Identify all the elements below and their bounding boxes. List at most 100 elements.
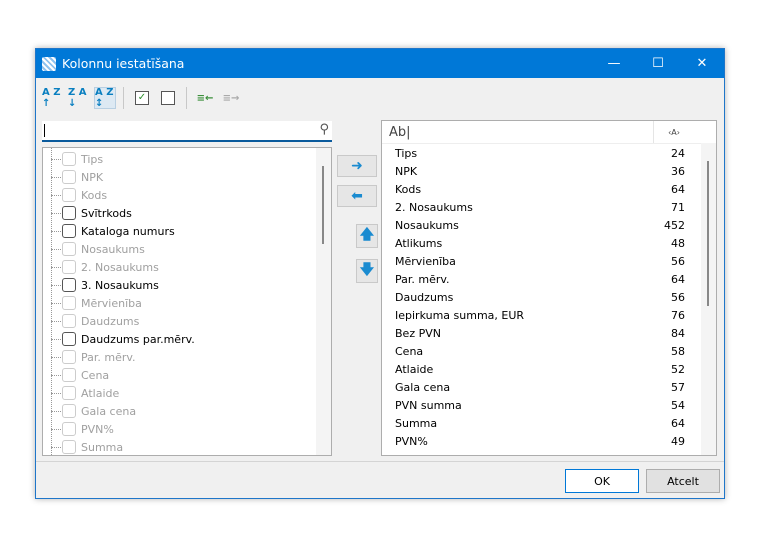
selected-column-row[interactable]: 2. Nosaukums 71	[395, 198, 685, 216]
selected-columns-list[interactable]: Ab| ‹A› Tips 24 NPK 36 Kods 64 2. Nosaukums 71 N…	[381, 120, 717, 456]
column-checkbox[interactable]	[62, 278, 76, 292]
column-checkbox[interactable]	[62, 368, 76, 382]
column-width[interactable]: 64	[671, 183, 685, 196]
column-item[interactable]: PVN%	[51, 420, 114, 438]
column-checkbox[interactable]	[62, 314, 76, 328]
width-column-icon[interactable]: ‹A›	[653, 121, 694, 143]
sort-ascending-button[interactable]: A Z ↑	[42, 87, 64, 109]
scrollbar[interactable]	[316, 148, 331, 455]
column-width[interactable]: 71	[671, 201, 685, 214]
column-width[interactable]: 84	[671, 327, 685, 340]
selected-column-row[interactable]: Atlaide 52	[395, 360, 685, 378]
column-width[interactable]: 54	[671, 399, 685, 412]
column-checkbox[interactable]	[62, 350, 76, 364]
uncheck-all-button[interactable]	[157, 87, 179, 109]
column-checkbox[interactable]	[62, 296, 76, 310]
column-checkbox[interactable]	[62, 206, 76, 220]
column-width[interactable]: 64	[671, 273, 685, 286]
column-width[interactable]: 452	[664, 219, 685, 232]
column-item[interactable]: Gala cena	[51, 402, 136, 420]
selected-column-row[interactable]: Cena 58	[395, 342, 685, 360]
selected-column-row[interactable]: Mērvienība 56	[395, 252, 685, 270]
column-item[interactable]: NPK	[51, 168, 103, 186]
selected-column-row[interactable]: Tips 24	[395, 144, 685, 162]
column-width[interactable]: 56	[671, 291, 685, 304]
column-name: Summa	[395, 416, 438, 430]
column-item[interactable]: Svītrkods	[51, 204, 132, 222]
selected-column-row[interactable]: Gala cena 57	[395, 378, 685, 396]
column-name: Nosaukums	[395, 218, 459, 232]
column-item[interactable]: Mērvienība	[51, 294, 142, 312]
selected-column-row[interactable]: Atlikums 48	[395, 234, 685, 252]
column-checkbox[interactable]	[62, 422, 76, 436]
column-checkbox[interactable]	[62, 260, 76, 274]
move-up-button[interactable]: 🡅	[356, 224, 378, 248]
column-checkbox[interactable]	[62, 440, 76, 454]
check-all-button[interactable]: ✓	[131, 87, 153, 109]
column-checkbox[interactable]	[62, 224, 76, 238]
column-item[interactable]: Tips	[51, 150, 103, 168]
column-item[interactable]: Daudzums	[51, 312, 139, 330]
column-item[interactable]: 2. Nosaukums	[51, 258, 159, 276]
name-column-header[interactable]: Ab|	[382, 125, 653, 140]
selected-column-row[interactable]: Iepirkuma summa, EUR 76	[395, 306, 685, 324]
column-name: PVN%	[395, 434, 428, 448]
selected-column-row[interactable]: Par. mērv. 64	[395, 270, 685, 288]
column-width[interactable]: 76	[671, 309, 685, 322]
scrollbar[interactable]	[701, 143, 716, 455]
column-name: Mērvienība	[395, 254, 456, 268]
column-width[interactable]: 48	[671, 237, 685, 250]
selected-column-row[interactable]: Nosaukums 452	[395, 216, 685, 234]
available-columns-list[interactable]: Tips NPK Kods Svītrkods Kataloga numurs Nosau…	[42, 147, 332, 456]
remove-selected-button[interactable]: ≡→	[220, 87, 242, 109]
column-checkbox[interactable]	[62, 386, 76, 400]
column-item[interactable]: Kataloga numurs	[51, 222, 175, 240]
add-selected-button[interactable]: ≡←	[194, 87, 216, 109]
column-width[interactable]: 36	[671, 165, 685, 178]
column-width[interactable]: 56	[671, 255, 685, 268]
scrollbar-thumb[interactable]	[707, 161, 709, 306]
remove-column-button[interactable]: ⬅	[337, 185, 377, 207]
column-width[interactable]: 64	[671, 417, 685, 430]
move-down-button[interactable]: 🡇	[356, 259, 378, 283]
selected-column-row[interactable]: PVN% 49	[395, 432, 685, 450]
selected-column-row[interactable]: PVN summa 54	[395, 396, 685, 414]
column-item[interactable]: Atlaide	[51, 384, 119, 402]
column-width[interactable]: 24	[671, 147, 685, 160]
column-width[interactable]: 57	[671, 381, 685, 394]
column-item[interactable]: Cena	[51, 366, 109, 384]
column-width[interactable]: 49	[671, 435, 685, 448]
cancel-button[interactable]: Atcelt	[646, 469, 720, 493]
column-checkbox[interactable]	[62, 152, 76, 166]
maximize-button[interactable]: ☐	[636, 56, 680, 71]
selected-column-row[interactable]: Kods 64	[395, 180, 685, 198]
column-width[interactable]: 58	[671, 345, 685, 358]
column-label: Kataloga numurs	[81, 224, 175, 238]
ok-button[interactable]: OK	[565, 469, 639, 493]
close-button[interactable]: ✕	[680, 56, 724, 71]
column-checkbox[interactable]	[62, 332, 76, 346]
column-checkbox[interactable]	[62, 404, 76, 418]
minimize-button[interactable]: —	[592, 56, 636, 71]
column-width[interactable]: 52	[671, 363, 685, 376]
search-icon[interactable]: ⚲	[319, 122, 329, 137]
column-item[interactable]: Nosaukums	[51, 240, 145, 258]
column-item[interactable]: Summa	[51, 438, 123, 455]
add-column-button[interactable]: ➜	[337, 155, 377, 177]
selected-column-row[interactable]: NPK 36	[395, 162, 685, 180]
selected-column-row[interactable]: Bez PVN 84	[395, 324, 685, 342]
sort-descending-button[interactable]: Z A ↓	[68, 87, 90, 109]
selected-column-row[interactable]: Daudzums 56	[395, 288, 685, 306]
column-item[interactable]: Par. mērv.	[51, 348, 136, 366]
column-checkbox[interactable]	[62, 188, 76, 202]
selected-column-row[interactable]: Summa 64	[395, 414, 685, 432]
toolbar: A Z ↑ Z A ↓ A Z ↕ ✓ ≡← ≡→	[42, 87, 242, 109]
column-checkbox[interactable]	[62, 242, 76, 256]
column-item[interactable]: 3. Nosaukums	[51, 276, 159, 294]
scrollbar-thumb[interactable]	[322, 166, 324, 244]
sort-custom-button[interactable]: A Z ↕	[94, 87, 116, 109]
search-input[interactable]: ⚲	[42, 121, 332, 142]
column-checkbox[interactable]	[62, 170, 76, 184]
column-item[interactable]: Daudzums par.mērv.	[51, 330, 195, 348]
column-item[interactable]: Kods	[51, 186, 107, 204]
